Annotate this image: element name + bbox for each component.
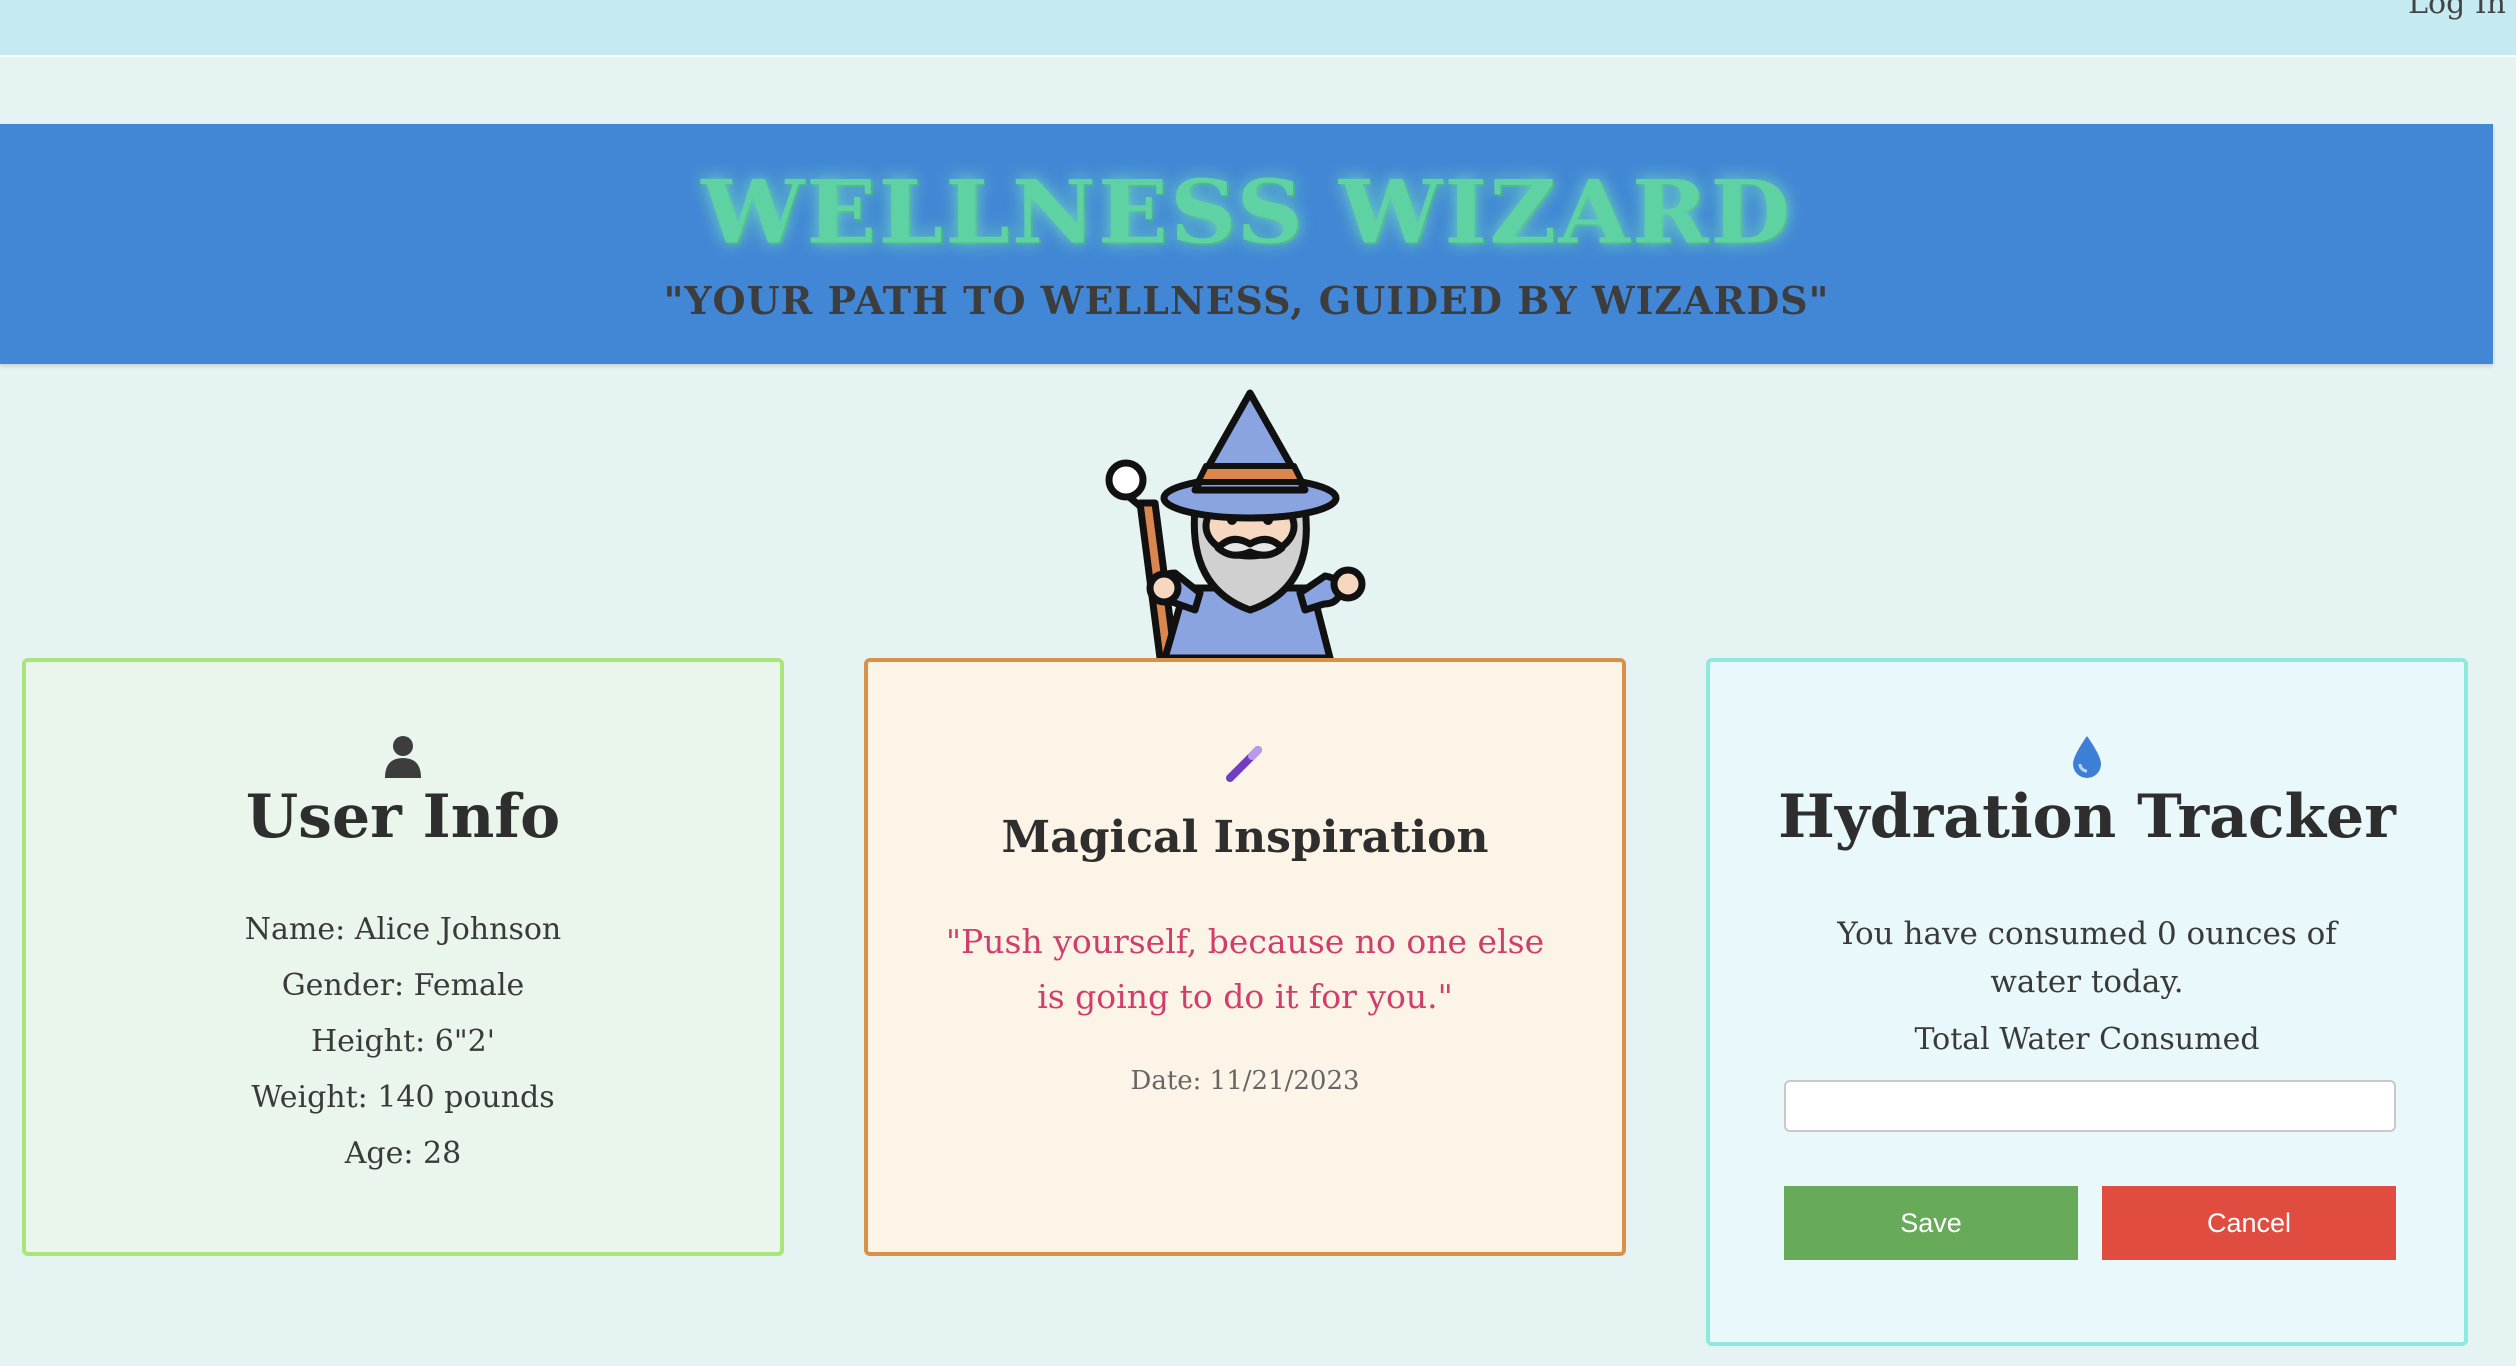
water-consumed-input[interactable]	[1784, 1080, 2396, 1132]
water-drop-icon	[1710, 734, 2464, 782]
user-info-title: User Info	[245, 782, 561, 852]
inspiration-quote: "Push yourself, because no one else is g…	[945, 922, 1545, 1016]
login-link[interactable]: Log In	[2408, 0, 2506, 21]
water-consumed-label: Total Water Consumed	[1914, 1022, 2260, 1057]
top-navbar: Log In	[0, 0, 2516, 57]
user-name: Name: Alice Johnson	[244, 912, 562, 947]
user-gender: Gender: Female	[281, 968, 525, 1003]
wizard-mascot-image	[1105, 389, 1366, 658]
hydration-title: Hydration Tracker	[1778, 782, 2396, 852]
hydration-status-text: You have consumed 0 ounces of water toda…	[1837, 916, 2337, 1000]
user-icon	[26, 734, 780, 782]
user-height: Height: 6"2'	[311, 1024, 495, 1059]
magic-wand-icon	[868, 740, 1622, 790]
site-title: WELLNESS WIZARD	[700, 160, 1793, 264]
hydration-tracker-card: Hydration Tracker You have consumed 0 ou…	[1706, 658, 2468, 1346]
user-age: Age: 28	[344, 1136, 462, 1171]
site-tagline: "YOUR PATH TO WELLNESS, GUIDED BY WIZARD…	[663, 278, 1830, 323]
inspiration-date: Date: 11/21/2023	[1130, 1066, 1360, 1096]
user-info-card: User Info Name: Alice Johnson Gender: Fe…	[22, 658, 784, 1256]
inspiration-title: Magical Inspiration	[1001, 812, 1489, 863]
cancel-button[interactable]: Cancel	[2102, 1186, 2396, 1260]
user-weight: Weight: 140 pounds	[251, 1080, 555, 1115]
inspiration-card: Magical Inspiration "Push yourself, beca…	[864, 658, 1626, 1256]
save-button[interactable]: Save	[1784, 1186, 2078, 1260]
